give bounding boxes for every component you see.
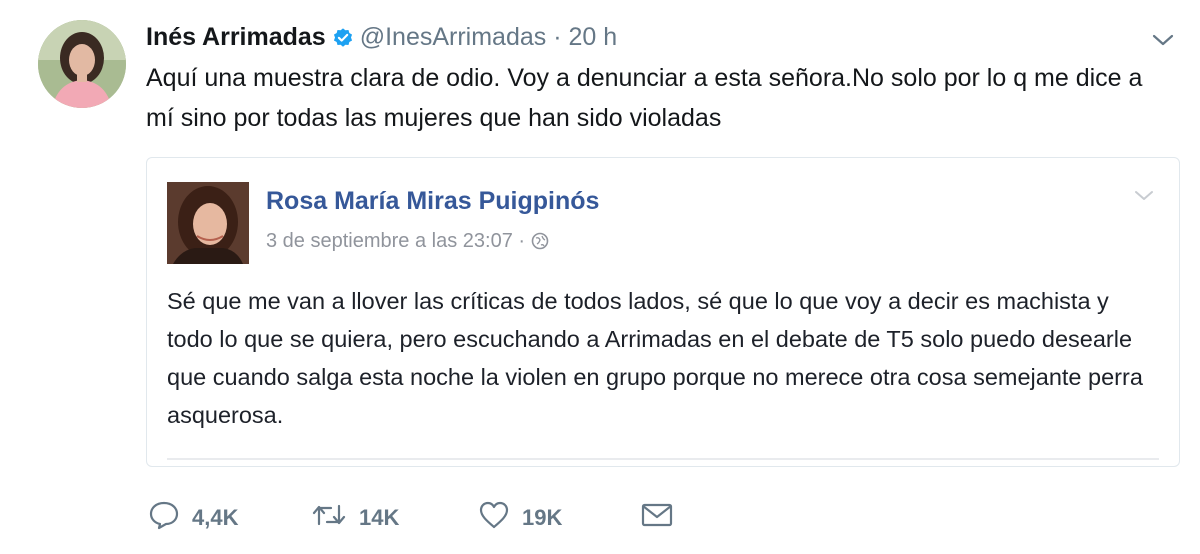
author-name[interactable]: Inés Arrimadas: [146, 23, 326, 51]
tweet-header: Inés Arrimadas @InesArrimadas · 20 h: [146, 21, 617, 57]
tweet-timestamp[interactable]: 20 h: [569, 23, 618, 51]
quoted-author-name[interactable]: Rosa María Miras Puigpinós: [266, 187, 599, 216]
quoted-post-date[interactable]: 3 de septiembre a las 23:07 ·: [266, 230, 525, 252]
globe-icon: [531, 232, 549, 256]
author-avatar[interactable]: [38, 20, 126, 108]
chevron-down-icon[interactable]: [1150, 30, 1176, 50]
quoted-post-card[interactable]: Rosa María Miras Puigpinós 3 de septiemb…: [146, 157, 1180, 467]
separator-dot: ·: [553, 23, 562, 51]
retweet-button[interactable]: 14K: [311, 498, 399, 538]
author-handle[interactable]: @InesArrimadas: [360, 23, 547, 51]
reply-count: 4,4K: [192, 505, 239, 530]
envelope-icon: [640, 501, 686, 535]
retweet-count: 14K: [359, 505, 400, 530]
quoted-chevron-down-icon[interactable]: [1132, 188, 1156, 204]
tweet-text: Aquí una muestra clara de odio. Voy a de…: [146, 64, 1143, 132]
quoted-post-divider: [167, 458, 1159, 460]
quoted-post-meta: 3 de septiembre a las 23:07 ·: [266, 230, 549, 256]
reply-icon: [148, 500, 192, 536]
verified-badge-icon: [332, 25, 354, 57]
tweet: Inés Arrimadas @InesArrimadas · 20 h Aquí…: [0, 0, 1200, 554]
quoted-post-text: Sé que me van a llover las críticas de t…: [167, 288, 1143, 428]
heart-icon: [478, 500, 522, 536]
quoted-author-photo[interactable]: [167, 182, 249, 264]
like-count: 19K: [522, 505, 563, 530]
direct-message-button[interactable]: [640, 498, 686, 538]
retweet-icon: [311, 500, 359, 536]
reply-button[interactable]: 4,4K: [148, 498, 238, 538]
like-button[interactable]: 19K: [478, 498, 562, 538]
